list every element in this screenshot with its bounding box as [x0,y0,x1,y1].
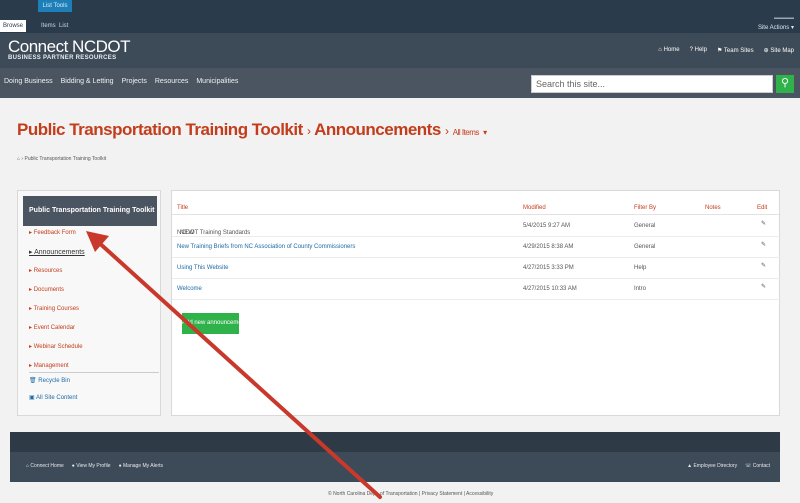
all-site-content-link[interactable]: ▣ All Site Content [29,394,77,401]
chevron-down-icon: ▾ [790,25,794,31]
row-filter: General [634,244,656,250]
suite-bar: Connect NCDOT BUSINESS PARTNER RESOURCES… [0,33,800,68]
top-links: ⌂ Home ? Help ⚑ Team Sites ⊕ Site Map [658,47,794,54]
row-title[interactable]: New Training Briefs from NC Association … [177,244,355,250]
footer-link-employee-directory[interactable]: ▲ Employee Directory [687,463,737,469]
list-tools-context-tab[interactable]: List Tools [38,0,72,12]
edit-icon[interactable]: ✎ [761,283,766,290]
tab-list[interactable]: List [56,20,71,32]
help-icon: ? [689,47,693,53]
copyright: © North Carolina Dept. of Transportation… [328,491,494,497]
phone-icon: ☏ [745,463,752,469]
nav-item-documents[interactable]: ▸ Documents [29,286,64,293]
sitemap-icon: ⊕ [763,48,769,54]
row-modified: 4/27/2015 10:33 AM [523,286,577,292]
title-separator: › [307,124,311,138]
user-icon: ● [71,463,75,469]
list-header: Title Modified Filter By Notes Edit [172,201,781,215]
view-selector[interactable]: All Items [453,128,480,137]
column-filter-by[interactable]: Filter By [634,205,656,211]
edit-icon[interactable]: ✎ [761,241,766,248]
list-title: Announcements [314,120,441,139]
page-title: Public Transportation Training Toolkit ›… [17,120,487,140]
flag-icon: ⚑ [716,48,723,54]
footer: ⌂ Connect Home ● View My Profile ● Manag… [10,432,780,482]
column-notes[interactable]: Notes [705,205,721,211]
table-row: New Training Briefs from NC Association … [172,237,781,258]
nav-item-training-courses[interactable]: ▸ Training Courses [29,305,79,312]
row-title[interactable]: Using This Website [177,265,228,271]
footer-link-contact[interactable]: ☏ Contact [745,463,770,469]
nav-doing-business[interactable]: Doing Business [4,78,53,85]
search-input[interactable]: Search this site... [531,75,773,93]
announcements-list: Title Modified Filter By Notes Edit NCDO… [171,190,781,416]
quick-launch: Public Transportation Training Toolkit ▸… [17,190,161,416]
bell-icon: ● [118,463,122,469]
nav-item-resources[interactable]: ▸ Resources [29,267,62,274]
nav-item-announcements[interactable]: ▸ Announcements [29,248,85,256]
top-link-site-map[interactable]: ⊕ Site Map [764,47,794,54]
row-modified: 4/27/2015 3:33 PM [523,265,574,271]
table-row: Welcome 4/27/2015 10:33 AM Intro ✎ [172,279,781,300]
tab-browse[interactable]: Browse [0,20,27,32]
nav-municipalities[interactable]: Municipalities [196,78,238,85]
top-link-team-sites[interactable]: ⚑ Team Sites [717,47,754,54]
recycle-bin-link[interactable]: 🗑 Recycle Bin [29,377,70,384]
nav-item-management[interactable]: ▸ Management [29,362,69,369]
title-separator: › [445,124,449,138]
add-announcement-button[interactable]: Add new announcement [182,313,247,334]
column-edit: Edit [757,205,768,211]
nav-item-webinar-schedule[interactable]: ▸ Webinar Schedule [29,343,83,350]
nav-item-event-calendar[interactable]: ▸ Event Calendar [29,324,75,331]
table-row: Using This Website 4/27/2015 3:33 PM Hel… [172,258,781,279]
chevron-down-icon: ▾ [483,128,487,137]
site-title-link[interactable]: Public Transportation Training Toolkit [17,120,303,139]
account-icon[interactable]: ▬▬▬▬ [774,15,794,21]
site-subtitle: BUSINESS PARTNER RESOURCES [8,55,117,61]
quick-launch-heading[interactable]: Public Transportation Training Toolkit [23,196,157,226]
nav-bidding-letting[interactable]: Bidding & Letting [61,78,114,85]
footer-band [10,432,780,452]
row-filter: General [634,223,656,229]
top-link-help[interactable]: ? Help [690,47,707,54]
recycle-bin-icon: 🗑 [29,378,37,384]
home-icon: ⌂ [26,463,30,469]
search-icon[interactable]: ⚲ [776,75,794,93]
row-filter: Help [634,265,647,271]
edit-icon[interactable]: ✎ [761,220,766,227]
row-title[interactable]: Welcome [177,286,202,292]
site-actions-label: Site Actions [757,25,790,31]
nav-projects[interactable]: Projects [122,78,147,85]
row-modified: 4/29/2015 8:38 AM [523,244,574,250]
nav-resources[interactable]: Resources [155,78,188,85]
ribbon: List Tools Browse Items List ▬▬▬▬ Site A… [0,0,800,33]
footer-link-connect-home[interactable]: ⌂ Connect Home [26,463,64,469]
row-filter: Intro [634,286,647,292]
top-link-home[interactable]: ⌂ Home [658,47,679,54]
site-logo[interactable]: Connect NCDOT [8,37,130,57]
footer-link-view-profile[interactable]: ● View My Profile [72,463,111,469]
nav-item-feedback-form[interactable]: ▸ Feedback Form [29,229,76,236]
breadcrumb-item[interactable]: Public Transportation Training Toolkit [24,156,106,162]
edit-icon[interactable]: ✎ [761,262,766,269]
column-modified[interactable]: Modified [523,205,546,211]
directory-icon: ▲ [687,463,693,469]
column-title[interactable]: Title [177,205,188,211]
site-actions-menu[interactable]: Site Actions ▾ [758,24,794,31]
table-row: NCDOT Training Standards NEW 5/4/2015 9:2… [172,216,781,237]
new-badge: NEW [180,230,194,236]
site-content-icon: ▣ [29,395,35,401]
home-icon: ⌂ [658,47,662,53]
home-icon[interactable]: ⌂ [17,156,20,162]
nav-divider [29,372,159,373]
footer-link-manage-alerts[interactable]: ● Manage My Alerts [119,463,163,469]
row-modified: 5/4/2015 9:27 AM [523,223,571,229]
breadcrumb: ⌂ › Public Transportation Training Toolk… [17,156,107,162]
